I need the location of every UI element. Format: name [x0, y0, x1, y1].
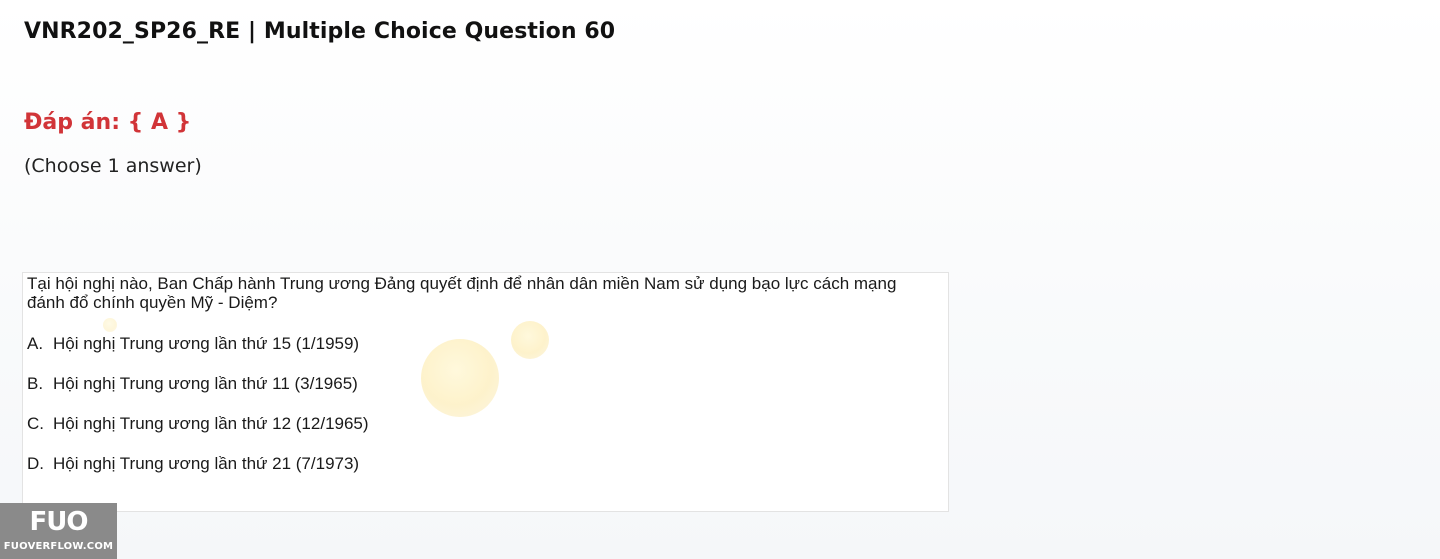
logo-site-name: FUOVERFLOW.COM: [3, 541, 114, 552]
option-letter: D.: [27, 454, 44, 473]
answer-heading: Đáp án: { A }: [24, 110, 192, 135]
question-text: Tại hội nghị nào, Ban Chấp hành Trung ươ…: [27, 274, 897, 312]
watermark-emoji-icon: [511, 321, 549, 359]
option-text: Hội nghị Trung ương lần thứ 21 (7/1973): [53, 454, 360, 473]
option-letter: A.: [27, 334, 44, 353]
option-text: Hội nghị Trung ương lần thứ 12 (12/1965): [53, 414, 369, 433]
option-a: A. Hội nghị Trung ương lần thứ 15 (1/1959…: [27, 334, 359, 354]
logo-mark: FUO: [29, 507, 89, 537]
page-title: VNR202_SP26_RE | Multiple Choice Questio…: [24, 19, 616, 44]
option-letter: C.: [27, 414, 44, 433]
watermark-emoji-icon: [103, 318, 117, 332]
option-text: Hội nghị Trung ương lần thứ 15 (1/1959): [53, 334, 360, 353]
watermark-emoji-icon: [421, 339, 499, 417]
option-d: D. Hội nghị Trung ương lần thứ 21 (7/1973…: [27, 454, 359, 474]
choose-hint: (Choose 1 answer): [24, 155, 202, 177]
option-c: C. Hội nghị Trung ương lần thứ 12 (12/196…: [27, 414, 369, 434]
site-logo[interactable]: FUO FUOVERFLOW.COM: [0, 503, 117, 559]
option-b: B. Hội nghị Trung ương lần thứ 11 (3/1965…: [27, 374, 358, 394]
option-text: Hội nghị Trung ương lần thứ 11 (3/1965): [53, 374, 358, 393]
option-letter: B.: [27, 374, 44, 393]
question-image: Tại hội nghị nào, Ban Chấp hành Trung ươ…: [22, 272, 949, 512]
